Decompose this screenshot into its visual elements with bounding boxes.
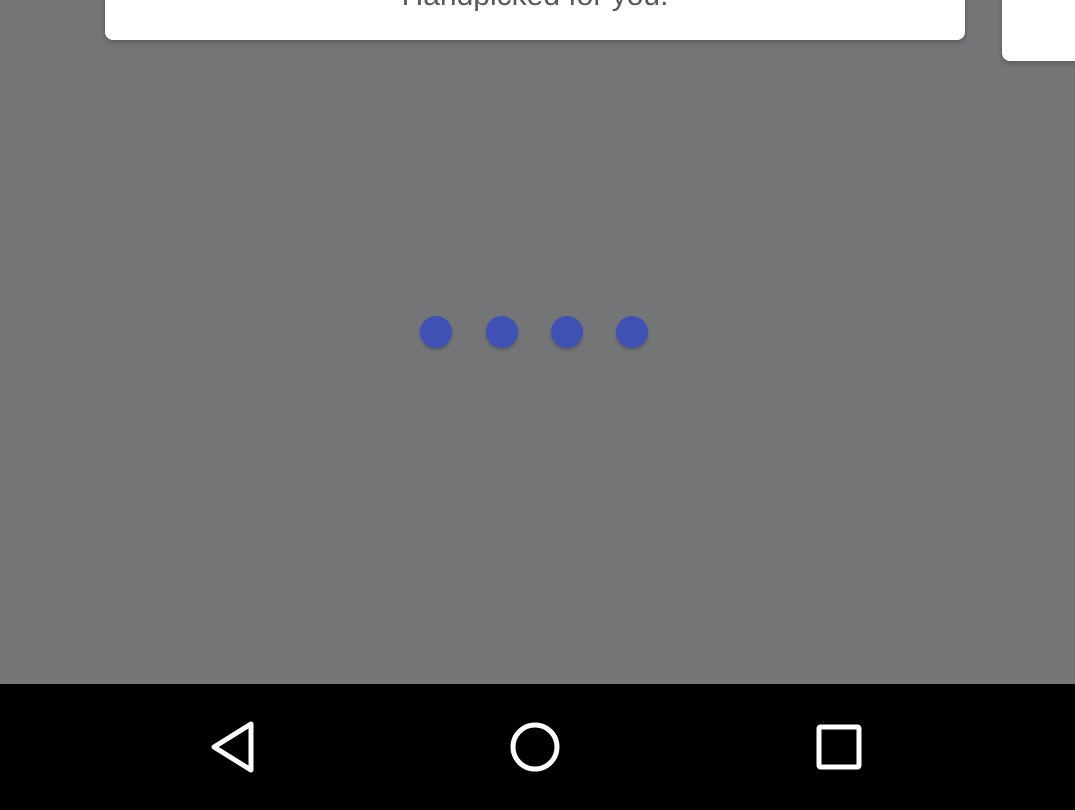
recent-apps-button[interactable] [794, 702, 884, 792]
app-screen: Handpicked for you. [0, 0, 1075, 684]
system-navigation-bar [0, 684, 1075, 810]
recommendation-card[interactable]: Handpicked for you. [105, 0, 965, 40]
back-triangle-icon [211, 721, 254, 773]
loading-dot [486, 316, 518, 348]
home-button[interactable] [490, 702, 580, 792]
loading-dot [551, 316, 583, 348]
back-button[interactable] [188, 702, 278, 792]
loading-indicator [420, 315, 650, 349]
home-circle-icon [510, 722, 560, 772]
loading-dot [420, 316, 452, 348]
next-card-peek[interactable] [1002, 0, 1075, 61]
recent-apps-square-icon [816, 724, 862, 770]
loading-dot [616, 316, 648, 348]
card-title: Handpicked for you. [105, 0, 965, 13]
